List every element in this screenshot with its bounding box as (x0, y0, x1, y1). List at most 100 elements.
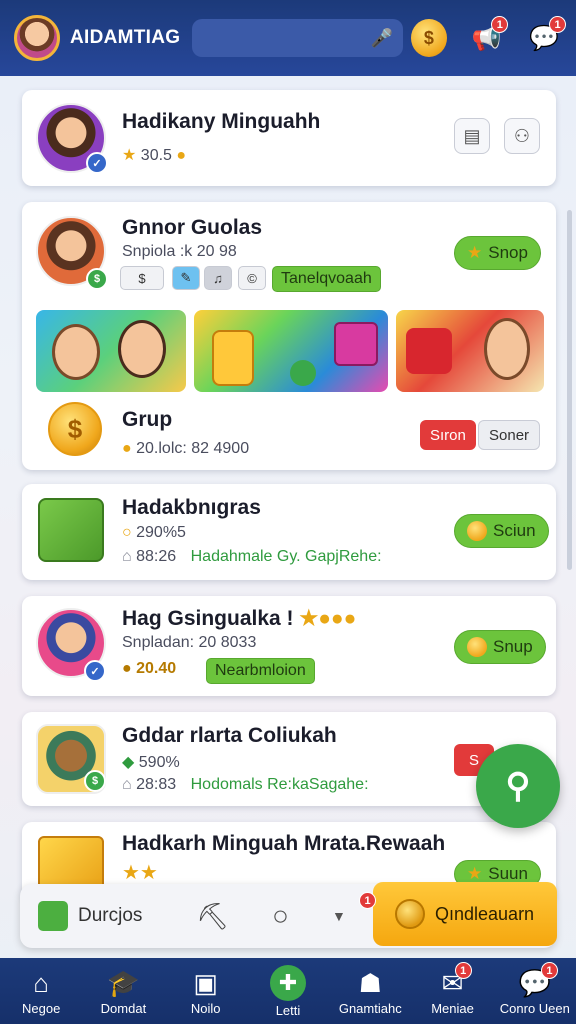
list-card[interactable]: Hadakbnıgras ○ 290%5 ⌂ 88:26 Hadahmale G… (22, 484, 556, 580)
scrollbar[interactable] (567, 210, 572, 570)
shop-button[interactable]: ★ Snop (454, 236, 541, 270)
card-subtitle: Snpladan: 20 8033 (122, 634, 257, 651)
graduation-cap-icon: 🎓 (107, 967, 140, 998)
filter-button[interactable]: Durcjos (38, 884, 142, 948)
green-box-icon (38, 901, 68, 931)
action-button[interactable]: Snup (454, 630, 546, 664)
user-button[interactable]: ⚇ (504, 118, 540, 154)
nav-item-home[interactable]: ⌂ Negoe (0, 958, 82, 1024)
action-button[interactable]: Sciun (454, 514, 549, 548)
nav-item-learn[interactable]: 🎓 Domdat (82, 958, 164, 1024)
star-icon: ★ (467, 243, 483, 262)
star-icon: ★ (122, 147, 137, 164)
coin-icon (467, 521, 487, 541)
thumbnail-coins[interactable] (194, 310, 388, 392)
coin-icon (395, 899, 425, 929)
microphone-icon[interactable]: 🎤 (371, 28, 393, 49)
plus-icon: ✚ (269, 964, 306, 1001)
card-subtitle: ● 20.lolc: 82 4900 (122, 440, 250, 457)
coin-icon: ● (122, 440, 132, 457)
thumbnail-kids[interactable] (36, 310, 186, 392)
bottom-navigation: ⌂ Negoe 🎓 Domdat ▣ Noilo ✚ Letti ☗ Gnamt… (0, 958, 576, 1024)
star-icon: ★●●● (299, 607, 357, 630)
top-app-bar: AIDAMTIAG 🎤 $ 📢 1 💬 1 (0, 0, 576, 76)
circle-button[interactable]: ○ (272, 884, 289, 948)
user-icon: ⚇ (513, 125, 531, 146)
thumbnail-reading[interactable] (396, 310, 544, 392)
cta-badge: 1 (359, 892, 376, 909)
dollar-coin-icon: $ (48, 402, 102, 456)
coin-icon (467, 637, 487, 657)
card-line: ○ 290%5 (122, 524, 186, 541)
coin-balance-icon[interactable]: $ (411, 19, 447, 57)
level-badge-icon: $ (86, 268, 108, 290)
nav-badge: 1 (540, 962, 558, 979)
card-line: ◆ 590% (122, 754, 180, 771)
profile-avatar[interactable] (14, 15, 60, 61)
progress-icon: ○ (122, 524, 132, 541)
pickaxe-icon: ⛏ (196, 900, 230, 931)
chip-coin-icon[interactable]: $ (120, 266, 164, 290)
chip-copyright-icon[interactable]: © (238, 266, 266, 290)
child-figure (484, 318, 530, 380)
secondary-action-button[interactable]: Soner (478, 420, 541, 450)
card-title: Gnnor Guolas (122, 216, 263, 239)
chip-music-icon[interactable]: ♫ (204, 266, 232, 290)
primary-cta-button[interactable]: Qındleauarn 1 (359, 882, 557, 946)
primary-action-button[interactable]: Sıron (420, 420, 476, 450)
card-line: ⌂ 28:83 Hodomals Re:kaSagahe: (122, 776, 369, 793)
chip-pen-icon[interactable]: ✎ (172, 266, 200, 290)
coin-icon (290, 360, 316, 386)
nav-item-messages[interactable]: ✉ Meniae 1 (411, 958, 493, 1024)
search-input[interactable]: 🎤 (192, 19, 404, 57)
card-title: Hadakbnıgras (122, 496, 261, 519)
house-icon: ⌂ (122, 548, 132, 565)
rank-badge-icon: ✓ (84, 660, 106, 682)
nav-item-chat[interactable]: 💬 Conro Ueen 1 (494, 958, 576, 1024)
card-line: ⌂ 88:26 Hadahmale Gy. GapjRehe: (122, 548, 382, 565)
coin-icon: ● (176, 147, 187, 164)
dropdown-button[interactable]: ▼ (332, 884, 346, 948)
card-title: Hag Gsingualka ! ★●●● (122, 607, 357, 630)
red-gift-icon (406, 328, 452, 374)
featured-card[interactable]: $ Gnnor Guolas Snpiola :k 20 98 $ ✎ ♫ © … (22, 202, 556, 470)
app-title: AIDAMTIAG (70, 27, 181, 48)
card-link[interactable]: Hadahmale Gy. GapjRehe: (191, 548, 382, 565)
nav-badge: 1 (454, 962, 472, 979)
coin-icon: ● (122, 660, 132, 677)
notification-button[interactable]: 📢 1 (469, 16, 509, 57)
nav-item-video[interactable]: ▣ Noilo (165, 958, 247, 1024)
location-fab-button[interactable]: ⚲ (476, 744, 560, 828)
profile-card[interactable]: ✓ Hadikany Minguahh ★ 30.5 ● ▤ ⚇ (22, 90, 556, 186)
inbox-icon: ▤ (463, 125, 481, 146)
inbox-button[interactable]: ▤ (454, 118, 490, 154)
gem-icon: ◆ (122, 754, 135, 771)
rating-stars: ★★ (122, 862, 158, 884)
house-icon: ⌂ (122, 776, 132, 793)
gift-box-icon (334, 322, 378, 366)
message-button[interactable]: 💬 1 (526, 16, 566, 57)
child-figure (52, 324, 100, 380)
card-stat: ● 20.40 (122, 660, 177, 677)
tool-button[interactable]: ⛏ (196, 884, 229, 948)
level-badge-icon: $ (84, 770, 106, 792)
nav-item-add[interactable]: ✚ Letti (247, 958, 329, 1024)
rank-badge-icon: ✓ (86, 152, 108, 174)
home-icon: ⌂ (33, 967, 49, 998)
nav-item-bot[interactable]: ☗ Gnamtiahc (329, 958, 411, 1024)
category-tag[interactable]: Nearbmloion (206, 658, 315, 684)
child-figure (118, 320, 166, 378)
star-icon: ★ (467, 864, 483, 883)
card-title: Grup (122, 408, 173, 431)
circle-icon: ○ (272, 900, 289, 931)
message-badge: 1 (549, 16, 566, 33)
category-tag[interactable]: Tanelqvoaah (272, 266, 381, 292)
coin-stack-icon (212, 330, 254, 386)
card-link[interactable]: Hodomals Re:kaSagahe: (191, 776, 369, 793)
list-card[interactable]: ✓ Hag Gsingualka ! ★●●● Snpladan: 20 803… (22, 596, 556, 696)
pin-icon: ⚲ (505, 767, 531, 805)
card-title: Hadkarh Minguah Mrata.Rewaah (122, 832, 446, 855)
card-title: Hadikany Minguahh (122, 110, 321, 133)
gift-box-icon (38, 498, 104, 562)
robot-icon: ☗ (358, 967, 382, 998)
